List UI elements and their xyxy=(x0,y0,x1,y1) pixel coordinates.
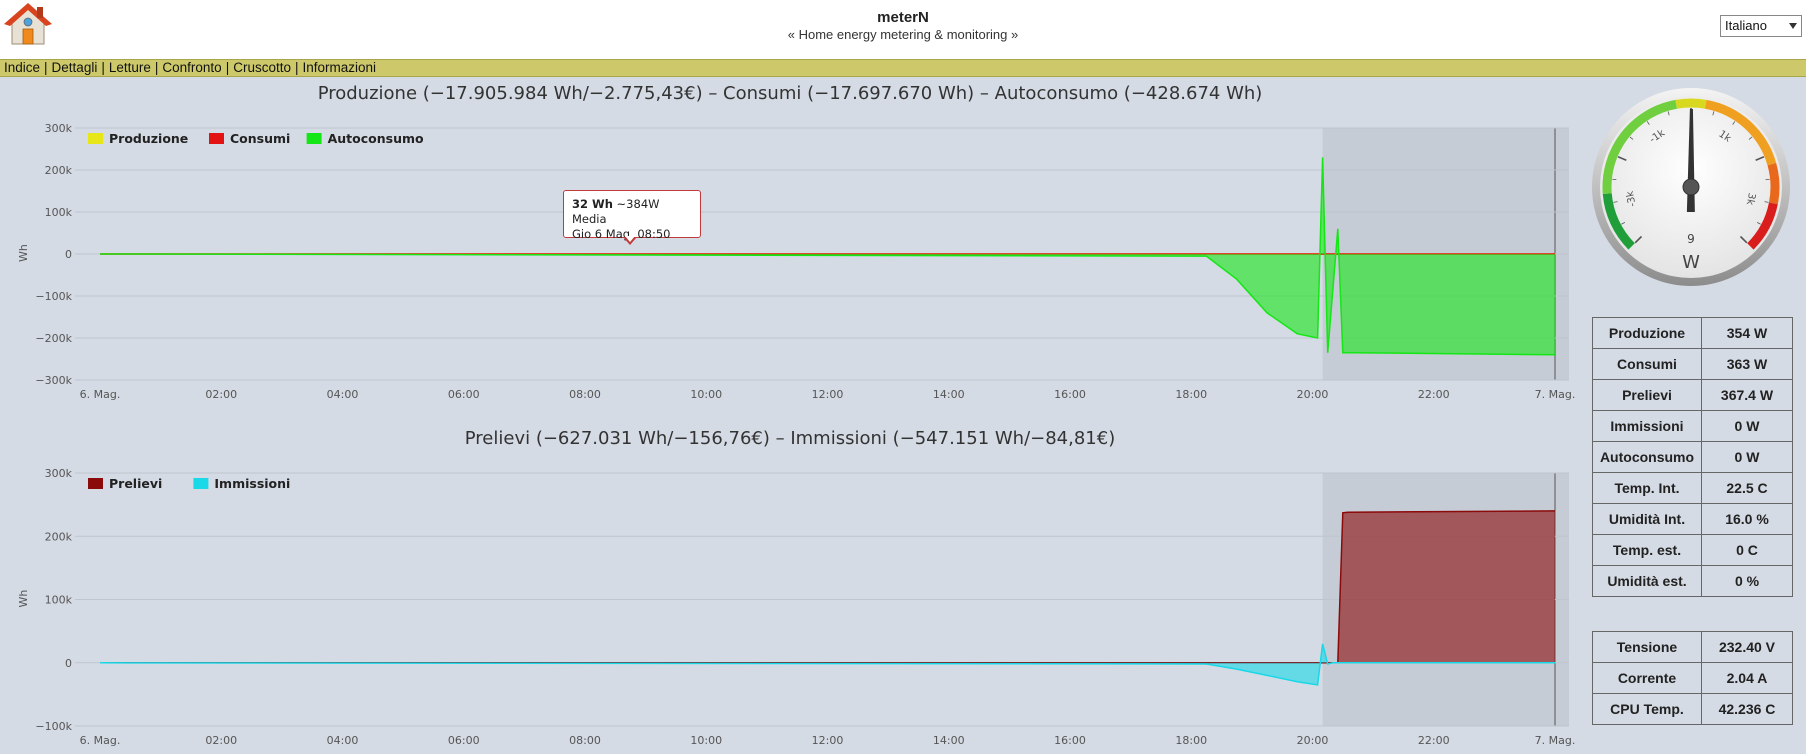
tooltip-value: 32 Wh xyxy=(572,197,613,211)
language-select[interactable]: Italiano xyxy=(1720,15,1802,37)
stat-label: Temp. Int. xyxy=(1592,472,1702,504)
x-tick-label: 6. Mag. xyxy=(80,734,121,747)
stat-label: CPU Temp. xyxy=(1592,693,1702,725)
stat-value: 367.4 W xyxy=(1701,379,1793,411)
stats-row: Corrente 2.04 A xyxy=(1592,662,1793,694)
gauge-band xyxy=(1675,98,1707,109)
legend-swatch xyxy=(193,478,209,489)
y-tick-label: 200k xyxy=(45,530,73,543)
stats-row: Umidità Int. 16.0 % xyxy=(1592,503,1793,535)
gauge-value: 9 xyxy=(1687,232,1695,246)
stats-row: Prelievi 367.4 W xyxy=(1592,379,1793,411)
tooltip-date: Gio 6 Mag. 08:50 xyxy=(572,227,671,241)
x-tick-label: 14:00 xyxy=(933,734,965,747)
x-tick-label: 22:00 xyxy=(1418,734,1450,747)
stats-table: Produzione 354 W Consumi 363 W Prelievi 367.4… xyxy=(1592,317,1793,597)
x-tick-label: 06:00 xyxy=(448,734,480,747)
stat-value: 0 W xyxy=(1701,441,1793,473)
stats-row: Temp. Int. 22.5 C xyxy=(1592,472,1793,504)
stats-row: Umidità est. 0 % xyxy=(1592,565,1793,597)
chevron-down-icon xyxy=(1789,23,1797,29)
stats-row: Consumi 363 W xyxy=(1592,348,1793,380)
x-tick-label: 12:00 xyxy=(812,734,844,747)
stats-row: Autoconsumo 0 W xyxy=(1592,441,1793,473)
y-tick-label: 300k xyxy=(45,467,73,480)
stat-value: 0 W xyxy=(1701,410,1793,442)
stat-value: 232.40 V xyxy=(1701,631,1793,663)
stat-label: Produzione xyxy=(1592,317,1702,349)
stat-value: 22.5 C xyxy=(1701,472,1793,504)
legend-label[interactable]: Immissioni xyxy=(214,476,290,491)
x-tick-label: 20:00 xyxy=(1297,734,1329,747)
chart-tooltip: 32 Wh ~384W Media Gio 6 Mag. 08:50 xyxy=(563,190,701,245)
x-tick-label: 18:00 xyxy=(1175,734,1207,747)
stat-value: 0 C xyxy=(1701,534,1793,566)
system-stats-table: Tensione 232.40 V Corrente 2.04 A CPU Temp. 4… xyxy=(1592,631,1793,725)
stat-label: Prelievi xyxy=(1592,379,1702,411)
stat-label: Immissioni xyxy=(1592,410,1702,442)
legend-swatch xyxy=(88,478,103,489)
stat-value: 363 W xyxy=(1701,348,1793,380)
stat-label: Temp. est. xyxy=(1592,534,1702,566)
stats-row: CPU Temp. 42.236 C xyxy=(1592,693,1793,725)
stat-label: Umidità Int. xyxy=(1592,503,1702,535)
stat-value: 16.0 % xyxy=(1701,503,1793,535)
stats-row: Tensione 232.40 V xyxy=(1592,631,1793,663)
stat-value: 2.04 A xyxy=(1701,662,1793,694)
y-axis-label: Wh xyxy=(17,590,30,608)
stat-value: 42.236 C xyxy=(1701,693,1793,725)
gauge-unit: W xyxy=(1682,252,1700,273)
stat-label: Tensione xyxy=(1592,631,1702,663)
legend-label[interactable]: Prelievi xyxy=(109,476,162,491)
stats-row: Produzione 354 W xyxy=(1592,317,1793,349)
x-tick-label: 04:00 xyxy=(327,734,359,747)
x-tick-label: 10:00 xyxy=(690,734,722,747)
x-tick-label: 08:00 xyxy=(569,734,601,747)
stat-label: Umidità est. xyxy=(1592,565,1702,597)
gauge-label: 3k xyxy=(1744,192,1757,206)
power-gauge: -3k-1k 1k3k 9 W xyxy=(1592,88,1790,286)
stats-row: Immissioni 0 W xyxy=(1592,410,1793,442)
stat-value: 0 % xyxy=(1701,565,1793,597)
y-tick-label: 0 xyxy=(65,657,72,670)
x-tick-label: 02:00 xyxy=(205,734,237,747)
stat-label: Corrente xyxy=(1592,662,1702,694)
language-selected: Italiano xyxy=(1725,18,1767,33)
stat-label: Autoconsumo xyxy=(1592,441,1702,473)
stat-value: 354 W xyxy=(1701,317,1793,349)
x-tick-label: 7. Mag. xyxy=(1535,734,1576,747)
gauge-hub xyxy=(1682,178,1700,196)
y-tick-label: 100k xyxy=(45,594,73,607)
gauge-band xyxy=(1767,162,1780,205)
stat-label: Consumi xyxy=(1592,348,1702,380)
stats-row: Temp. est. 0 C xyxy=(1592,534,1793,566)
y-tick-label: −100k xyxy=(35,720,72,733)
x-tick-label: 16:00 xyxy=(1054,734,1086,747)
grid-exchange-chart[interactable]: 300k 200k 100k 0 −100k Wh 6. Mag. 02:00 04:00 06:… xyxy=(0,0,1580,754)
